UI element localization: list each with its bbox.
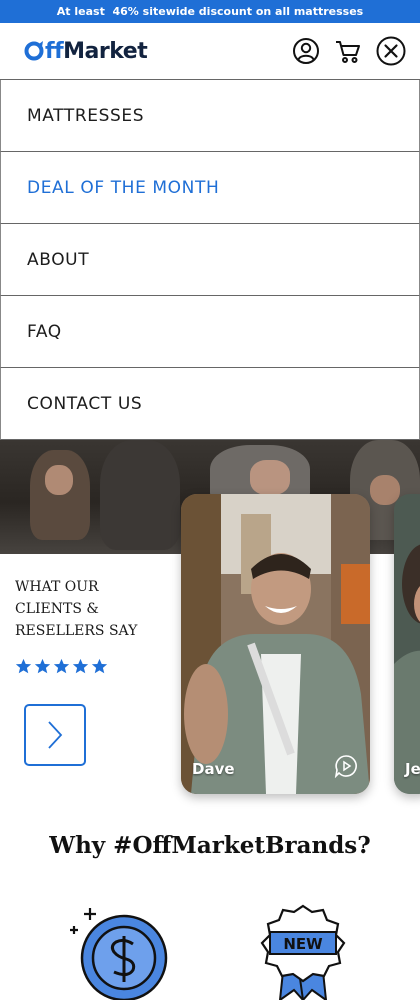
menu-item-contact-us[interactable]: CONTACT US [0,368,420,440]
testimonial-video-card[interactable]: Dave [181,494,370,794]
star-icon [72,658,89,674]
nav-menu: MATTRESSES DEAL OF THE MONTH ABOUT FAQ C… [0,80,420,440]
logo-mark-icon [24,41,44,61]
testimonial-photo [181,494,370,794]
star-icon [15,658,32,674]
chat-bubble-icon[interactable] [334,754,358,778]
close-menu-icon[interactable] [376,36,406,66]
new-badge-icon: NEW [260,904,346,1000]
testimonial-name: Dave [192,760,235,778]
testimonial-name: Jen [405,760,420,778]
testimonial-video-card[interactable]: Jen [394,494,420,794]
menu-item-deal-of-the-month[interactable]: DEAL OF THE MONTH [0,152,420,224]
account-icon[interactable] [292,37,320,65]
star-icon [91,658,108,674]
star-icon [34,658,51,674]
testimonial-photo [394,494,420,794]
next-testimonial-button[interactable] [24,704,86,766]
menu-item-faq[interactable]: FAQ [0,296,420,368]
promo-banner: At least 46% sitewide discount on all ma… [0,0,420,23]
promo-text: At least 46% sitewide discount on all ma… [56,5,364,18]
new-badge-text: NEW [283,935,323,953]
menu-item-mattresses[interactable]: MATTRESSES [0,80,420,152]
why-section-title: Why #OffMarketBrands? [49,832,371,859]
star-icon [53,658,70,674]
logo-text: ffMarket [45,38,148,64]
dollar-coin-icon [70,908,168,1000]
chevron-right-icon [48,721,63,749]
rating-stars [15,658,108,675]
cart-icon[interactable] [334,37,362,65]
testimonials-title: WHAT OUR CLIENTS & RESELLERS SAY [15,579,138,639]
site-logo[interactable]: ffMarket [24,38,148,64]
menu-item-about[interactable]: ABOUT [0,224,420,296]
site-header: ffMarket [0,23,420,80]
